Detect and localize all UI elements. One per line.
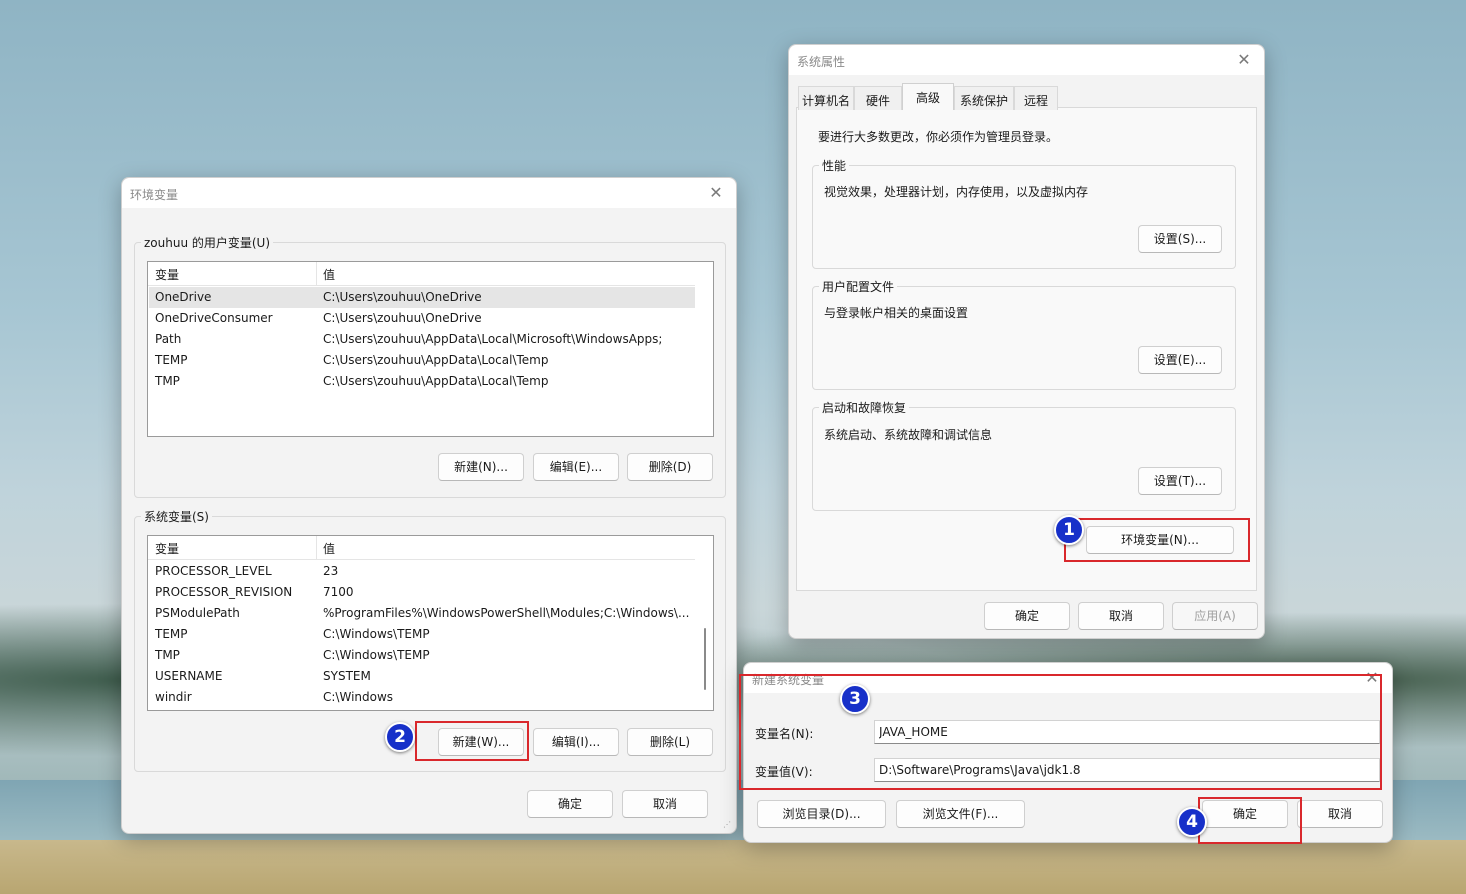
user-delete-button[interactable]: 删除(D) — [627, 453, 713, 481]
window-title: 系统属性 — [797, 55, 846, 69]
window-title: 环境变量 — [130, 188, 179, 202]
var-value-cell: %ProgramFiles%\WindowsPowerShell\Modules… — [323, 606, 690, 620]
var-name-cell: PROCESSOR_REVISION — [155, 585, 293, 599]
tab-remote[interactable]: 远程 — [1014, 86, 1058, 110]
browse-directory-button[interactable]: 浏览目录(D)... — [757, 800, 886, 828]
performance-group: 性能 — [812, 157, 1236, 269]
list-scrollbar[interactable] — [695, 536, 713, 710]
scrollbar-thumb[interactable] — [704, 628, 706, 690]
var-name-cell: TMP — [155, 648, 180, 662]
callout-badge-2: 2 — [385, 722, 415, 752]
user-profile-description: 与登录帐户相关的桌面设置 — [824, 306, 969, 320]
var-value-cell: C:\Users\zouhuu\AppData\Local\Temp — [323, 374, 549, 388]
table-row[interactable]: Path C:\Users\zouhuu\AppData\Local\Micro… — [149, 329, 695, 350]
var-value-cell: C:\Windows\TEMP — [323, 648, 430, 662]
callout-box-new-system-var — [415, 721, 529, 761]
var-name-cell: PROCESSOR_LEVEL — [155, 564, 272, 578]
list-header: 变量 值 — [148, 262, 695, 286]
system-delete-button[interactable]: 删除(L) — [627, 728, 713, 756]
cancel-button[interactable]: 取消 — [1297, 800, 1383, 828]
var-value-cell: C:\Windows\TEMP — [323, 627, 430, 641]
table-row[interactable]: TEMP C:\Windows\TEMP — [149, 624, 695, 645]
var-name-cell: Path — [155, 332, 182, 346]
user-new-button[interactable]: 新建(N)... — [438, 453, 524, 481]
table-row[interactable]: PROCESSOR_REVISION 7100 — [149, 582, 695, 603]
column-header-name[interactable]: 变量 — [155, 266, 179, 283]
table-row[interactable]: PSModulePath %ProgramFiles%\WindowsPower… — [149, 603, 695, 624]
cancel-button[interactable]: 取消 — [622, 790, 708, 818]
callout-box-variable-fields — [739, 674, 1382, 790]
user-profile-group: 用户配置文件 — [812, 278, 1236, 390]
column-header-value[interactable]: 值 — [323, 540, 335, 557]
startup-recovery-settings-button[interactable]: 设置(T)... — [1138, 467, 1222, 495]
resize-grip-icon[interactable]: ⋰ — [723, 820, 733, 830]
var-name-cell: TEMP — [155, 627, 188, 641]
apply-button[interactable]: 应用(A) — [1172, 602, 1258, 630]
callout-badge-4: 4 — [1177, 807, 1207, 837]
table-row[interactable]: TMP C:\Windows\TEMP — [149, 645, 695, 666]
var-name-cell: TEMP — [155, 353, 188, 367]
var-value-cell: C:\Windows — [323, 690, 394, 704]
table-row[interactable]: windir C:\Windows — [149, 687, 695, 708]
tab-hardware[interactable]: 硬件 — [854, 86, 902, 110]
cancel-button[interactable]: 取消 — [1078, 602, 1164, 630]
table-row[interactable]: PROCESSOR_LEVEL 23 — [149, 561, 695, 582]
list-scrollbar[interactable] — [695, 262, 713, 436]
var-value-cell: 7100 — [323, 585, 354, 599]
user-profile-settings-button[interactable]: 设置(E)... — [1138, 346, 1222, 374]
var-name-cell: windir — [155, 690, 192, 704]
table-row[interactable]: TMP C:\Users\zouhuu\AppData\Local\Temp — [149, 371, 695, 392]
performance-settings-button[interactable]: 设置(S)... — [1138, 225, 1222, 253]
performance-description: 视觉效果，处理器计划，内存使用，以及虚拟内存 — [824, 185, 1089, 199]
var-value-cell: SYSTEM — [323, 669, 371, 683]
user-edit-button[interactable]: 编辑(E)... — [533, 453, 619, 481]
system-edit-button[interactable]: 编辑(I)... — [533, 728, 619, 756]
column-header-name[interactable]: 变量 — [155, 540, 179, 557]
var-name-cell: OneDrive — [155, 290, 212, 304]
startup-recovery-label: 启动和故障恢复 — [819, 399, 910, 416]
table-row[interactable]: OneDrive C:\Users\zouhuu\OneDrive — [149, 287, 695, 308]
close-icon[interactable]: ✕ — [704, 181, 728, 205]
tab-bar: 计算机名 硬件 高级 系统保护 远程 — [798, 83, 1078, 110]
system-properties-titlebar[interactable]: 系统属性 ✕ — [789, 45, 1264, 75]
ok-button[interactable]: 确定 — [984, 602, 1070, 630]
var-value-cell: 23 — [323, 564, 339, 578]
performance-label: 性能 — [819, 157, 850, 174]
var-value-cell: C:\Users\zouhuu\AppData\Local\Temp — [323, 353, 549, 367]
var-name-cell: PSModulePath — [155, 606, 240, 620]
user-vars-group-label: zouhuu 的用户变量(U) — [141, 234, 274, 251]
table-row[interactable]: OneDriveConsumer C:\Users\zouhuu\OneDriv… — [149, 308, 695, 329]
var-value-cell: C:\Users\zouhuu\OneDrive — [323, 290, 482, 304]
system-vars-group-label: 系统变量(S) — [141, 508, 212, 525]
admin-note: 要进行大多数更改，你必须作为管理员登录。 — [818, 130, 1059, 144]
callout-badge-3: 3 — [840, 684, 870, 714]
startup-recovery-group: 启动和故障恢复 — [812, 399, 1236, 511]
callout-box-environment-variables — [1064, 518, 1250, 562]
list-header: 变量 值 — [148, 536, 695, 560]
callout-box-ok-button — [1198, 797, 1302, 844]
table-row[interactable]: TEMP C:\Users\zouhuu\AppData\Local\Temp — [149, 350, 695, 371]
var-name-cell: USERNAME — [155, 669, 223, 683]
var-name-cell: OneDriveConsumer — [155, 311, 273, 325]
var-name-cell: TMP — [155, 374, 180, 388]
table-row[interactable]: USERNAME SYSTEM — [149, 666, 695, 687]
close-icon[interactable]: ✕ — [1232, 48, 1256, 72]
user-profile-label: 用户配置文件 — [819, 278, 898, 295]
env-vars-titlebar[interactable]: 环境变量 ✕ — [122, 178, 736, 208]
var-value-cell: C:\Users\zouhuu\OneDrive — [323, 311, 482, 325]
column-header-value[interactable]: 值 — [323, 266, 335, 283]
system-vars-list[interactable]: 变量 值 PROCESSOR_LEVEL 23 PROCESSOR_REVISI… — [147, 535, 714, 711]
user-vars-list[interactable]: 变量 值 OneDrive C:\Users\zouhuu\OneDrive O… — [147, 261, 714, 437]
column-separator[interactable] — [316, 536, 317, 560]
ok-button[interactable]: 确定 — [527, 790, 613, 818]
startup-recovery-description: 系统启动、系统故障和调试信息 — [824, 428, 993, 442]
tab-system-protection[interactable]: 系统保护 — [954, 86, 1014, 110]
browse-file-button[interactable]: 浏览文件(F)... — [896, 800, 1025, 828]
tab-computer-name[interactable]: 计算机名 — [798, 86, 854, 110]
tab-advanced[interactable]: 高级 — [902, 83, 954, 110]
wallpaper-shore — [0, 840, 1466, 894]
column-separator[interactable] — [316, 262, 317, 286]
callout-badge-1: 1 — [1054, 515, 1084, 545]
var-value-cell: C:\Users\zouhuu\AppData\Local\Microsoft\… — [323, 332, 663, 346]
